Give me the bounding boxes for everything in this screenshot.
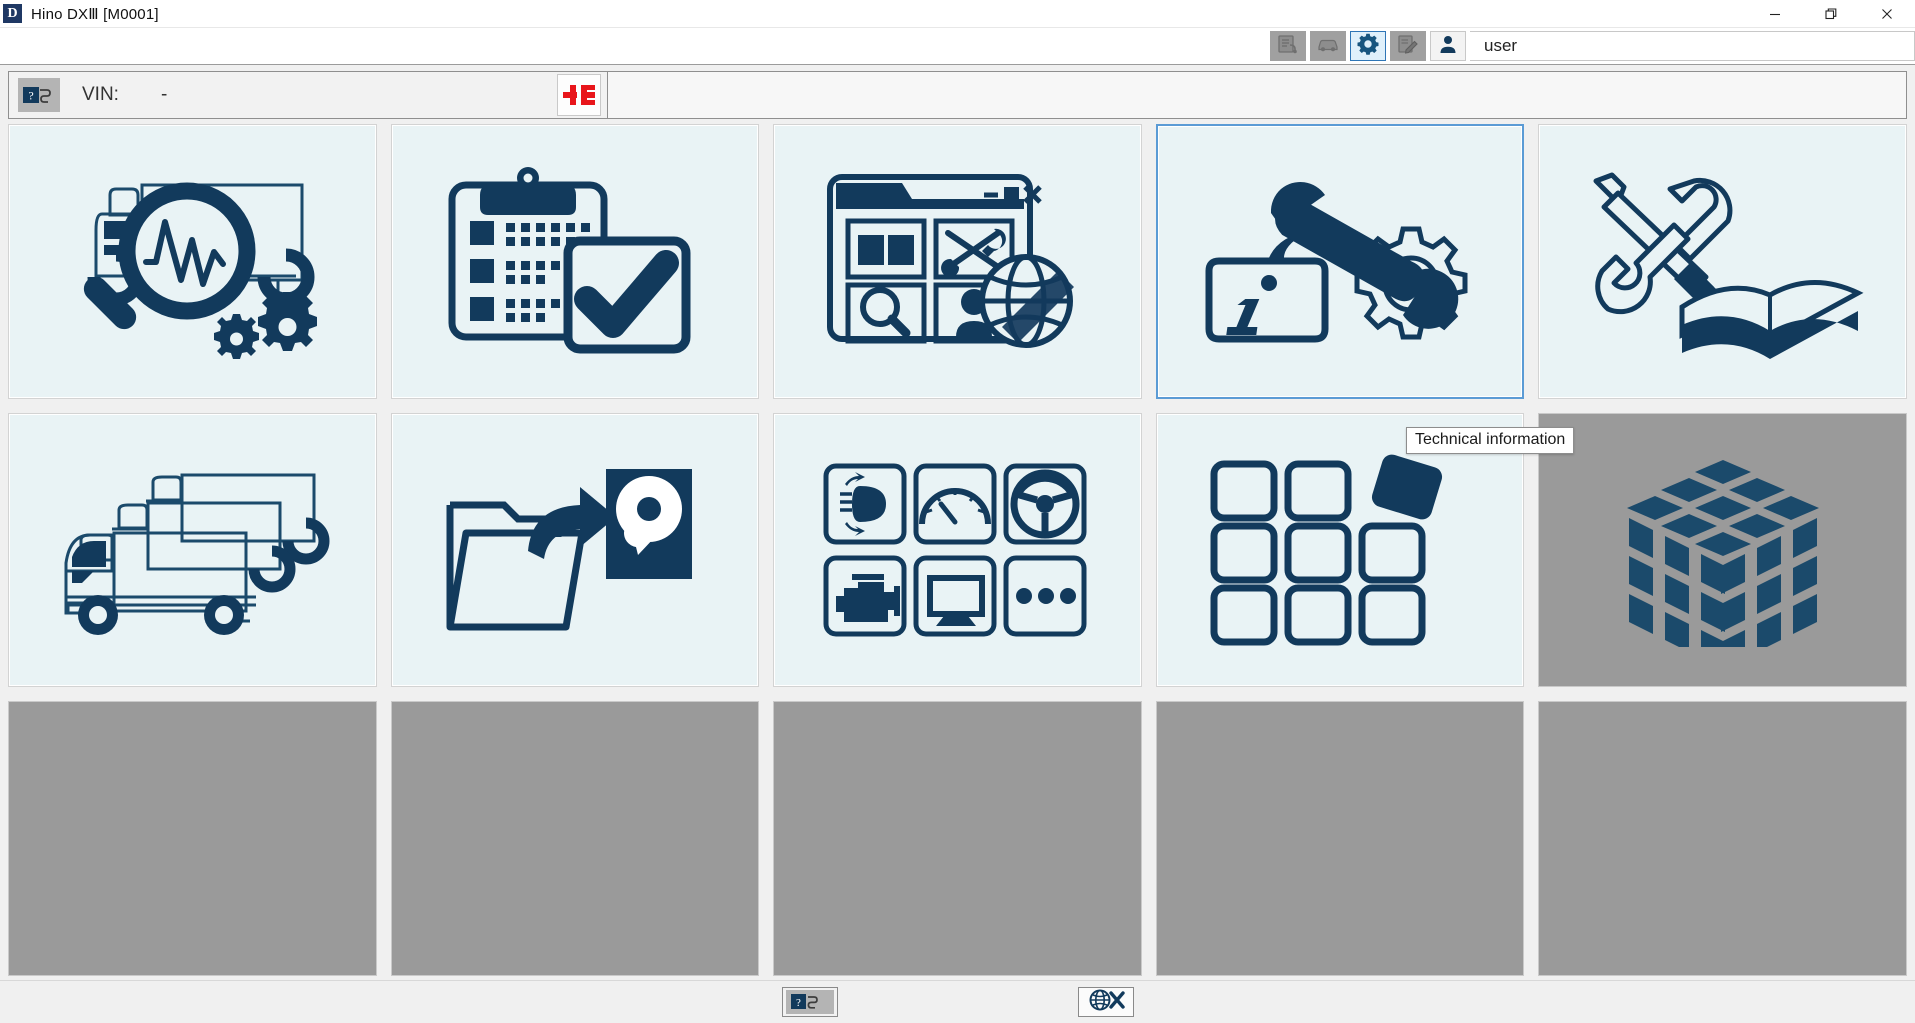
vin-label: VIN: [82, 84, 119, 105]
isometric-cube-icon [1583, 452, 1863, 648]
folder-arrow-harddisk-icon [430, 447, 720, 652]
browser-window-globe-icon [812, 159, 1102, 364]
title-bar: D Hino DXⅢ [M0001] [0, 0, 1915, 28]
tile-empty-4 [1155, 701, 1525, 976]
vin-bar-region: ? VIN: - [0, 65, 1915, 124]
tile-vehicle-selection[interactable] [8, 412, 377, 688]
svg-text:?: ? [796, 997, 801, 1009]
tile-data-transfer[interactable] [390, 412, 760, 688]
tile-technical-information[interactable] [1155, 124, 1525, 399]
pen-edit-icon [1397, 34, 1419, 59]
nine-tile-grid-detached-icon [1200, 450, 1480, 650]
question-s-icon: ? [785, 990, 834, 1014]
tile-diagnostics[interactable] [8, 124, 377, 399]
vin-bar-filler [608, 71, 1907, 119]
top-toolbar: user [0, 28, 1915, 65]
tile-empty-1 [8, 701, 377, 976]
question-s-icon[interactable]: ? [18, 78, 60, 112]
user-button[interactable] [1430, 31, 1466, 61]
edit-notes-button[interactable] [1390, 31, 1426, 61]
tile-empty-5 [1538, 701, 1907, 976]
close-icon[interactable] [1859, 0, 1915, 27]
window-title: Hino DXⅢ [M0001] [31, 5, 159, 23]
main-tile-grid [0, 124, 1915, 980]
vin-identify-button[interactable]: ? [781, 987, 838, 1017]
tile-database-cube[interactable] [1538, 412, 1907, 688]
person-icon [1437, 33, 1459, 60]
tile-empty-2 [390, 701, 760, 976]
user-name-field[interactable]: user [1470, 31, 1915, 61]
tile-inspection-checklist[interactable] [390, 124, 760, 399]
settings-button[interactable] [1350, 31, 1386, 61]
globe-x-icon [1086, 989, 1126, 1016]
info-wrench-gear-icon [1195, 159, 1485, 364]
tooltip: Technical information [1406, 427, 1575, 454]
svg-text:?: ? [28, 89, 33, 103]
tile-ecu-systems[interactable] [773, 412, 1142, 688]
application-window: D Hino DXⅢ [M0001] user ? VIN: - Technic… [0, 0, 1915, 1023]
minimize-icon[interactable] [1747, 0, 1803, 27]
truck-magnifier-waveform-gears-icon [42, 159, 342, 364]
disconnect-button[interactable] [1077, 987, 1134, 1017]
window-controls [1747, 0, 1915, 27]
app-d-icon: D [3, 4, 22, 23]
gear-icon [1356, 32, 1380, 61]
vehicle-button[interactable] [1310, 31, 1346, 61]
vin-value: - [160, 84, 168, 105]
toolbar-button-group: user [1270, 28, 1915, 64]
disconnected-plug-icon[interactable] [557, 74, 601, 116]
tile-online-services[interactable] [773, 124, 1142, 399]
footer-bar: ? [0, 980, 1915, 1023]
vehicle-data-button[interactable] [1270, 31, 1306, 61]
clipboard-checkmark-icon [430, 159, 720, 364]
car-icon [1316, 35, 1340, 58]
tile-service-manual[interactable] [1538, 124, 1907, 399]
vin-bar: ? VIN: - [8, 71, 608, 119]
restore-icon[interactable] [1803, 0, 1859, 27]
tile-empty-3 [773, 701, 1142, 976]
six-system-icons-grid-icon [812, 450, 1102, 650]
document-card-icon [1277, 34, 1299, 59]
tools-open-book-icon [1578, 159, 1868, 364]
three-trucks-icon [42, 447, 342, 652]
